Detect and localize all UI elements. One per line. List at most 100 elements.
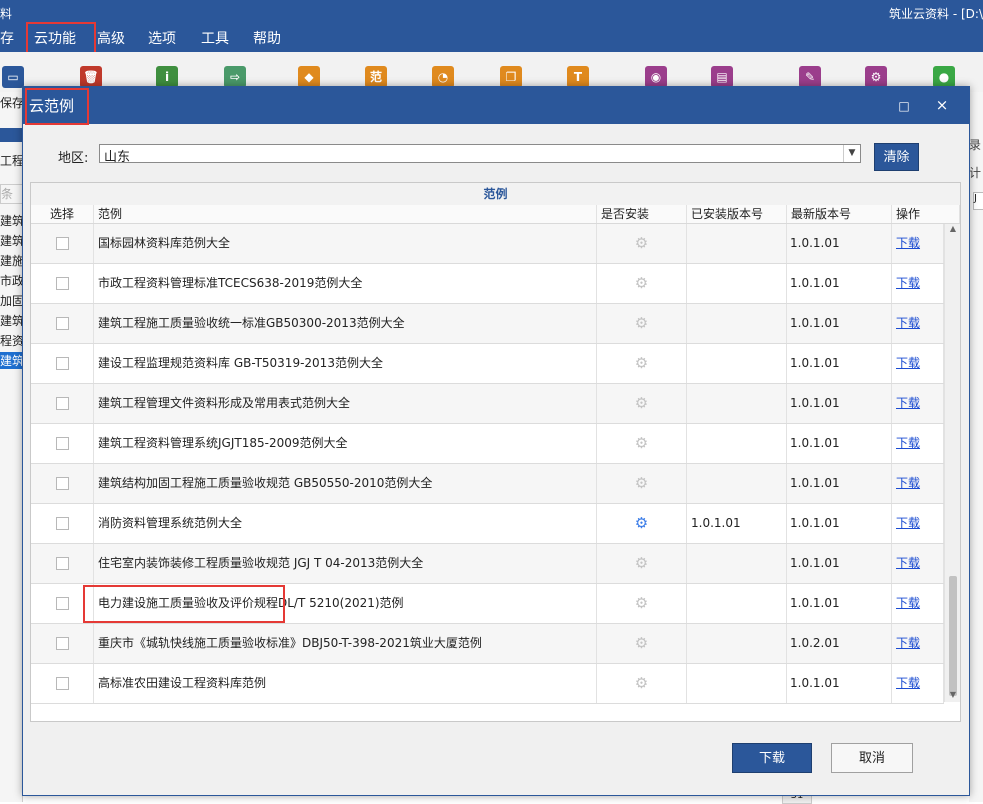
edit-icon[interactable]: ✎ [799, 66, 821, 88]
table-row[interactable]: 消防资料管理系统范例大全 ⚙ 1.0.1.01 1.0.1.01 下载 [31, 504, 944, 544]
download-link[interactable]: 下载 [896, 476, 920, 490]
gear-icon[interactable]: ⚙ [635, 354, 648, 372]
row-checkbox[interactable] [56, 477, 69, 490]
tree-item[interactable]: 工程资 [0, 152, 22, 169]
tree-item[interactable]: 市政基 [0, 272, 22, 289]
export-icon[interactable]: ⇨ [224, 66, 246, 88]
table-row[interactable]: 市政工程资料管理标准TCECS638-2019范例大全 ⚙ 1.0.1.01 下载 [31, 264, 944, 304]
menu-item-help[interactable]: 帮助 [253, 30, 281, 48]
gear-icon[interactable]: ⚙ [635, 234, 648, 252]
settings-icon[interactable]: ⚙ [865, 66, 887, 88]
table-row[interactable]: 国标园林资料库范例大全 ⚙ 1.0.1.01 下载 [31, 224, 944, 264]
gear-icon[interactable]: ⚙ [635, 394, 648, 412]
gear-icon[interactable]: ⚙ [635, 554, 648, 572]
row-checkbox[interactable] [56, 237, 69, 250]
cancel-button[interactable]: 取消 [831, 743, 913, 773]
trash-icon[interactable]: 🗑 [80, 66, 102, 88]
row-checkbox[interactable] [56, 557, 69, 570]
tree-search-input[interactable]: 条 [0, 184, 22, 204]
clock-icon[interactable]: ◔ [432, 66, 454, 88]
scroll-down-icon[interactable]: ▼ [945, 690, 960, 702]
row-checkbox[interactable] [56, 597, 69, 610]
chevron-down-icon[interactable]: ▼ [843, 145, 860, 162]
tree-item[interactable]: 建筑工 [0, 232, 22, 249]
download-link[interactable]: 下载 [896, 276, 920, 290]
row-action-cell: 下载 [892, 264, 944, 303]
tree-item[interactable]: 建施工 [0, 252, 22, 269]
gear-icon[interactable]: ⚙ [635, 634, 648, 652]
scroll-thumb[interactable] [949, 576, 957, 696]
column-header-latest-version[interactable]: 最新版本号 [787, 205, 892, 223]
download-link[interactable]: 下载 [896, 236, 920, 250]
download-link[interactable]: 下载 [896, 596, 920, 610]
status-icon[interactable]: ● [933, 66, 955, 88]
download-link[interactable]: 下载 [896, 356, 920, 370]
download-link[interactable]: 下载 [896, 676, 920, 690]
row-select-cell [31, 264, 94, 303]
row-checkbox[interactable] [56, 637, 69, 650]
menu-item-advanced[interactable]: 高级 [97, 30, 125, 48]
download-link[interactable]: 下载 [896, 556, 920, 570]
grid-scrollbar[interactable]: ▲ ▼ [944, 224, 960, 702]
column-header-action[interactable]: 操作 [892, 205, 960, 223]
gear-icon[interactable]: ⚙ [635, 514, 648, 532]
tree-item-selected[interactable]: 建筑 [0, 352, 22, 369]
row-checkbox[interactable] [56, 277, 69, 290]
tree-item[interactable]: 加固 [0, 292, 22, 309]
row-checkbox[interactable] [56, 677, 69, 690]
region-select[interactable]: 山东 ▼ [99, 144, 861, 165]
column-header-installed-version[interactable]: 已安装版本号 [687, 205, 787, 223]
column-header-template[interactable]: 范例 [94, 205, 597, 223]
tree-item[interactable]: 程资料 [0, 332, 22, 349]
close-icon[interactable]: × [933, 96, 951, 114]
info-icon[interactable]: i [156, 66, 178, 88]
column-header-select[interactable]: 选择 [31, 205, 94, 223]
table-row[interactable]: 高标准农田建设工程资料库范例 ⚙ 1.0.1.01 下载 [31, 664, 944, 704]
menu-item-tools[interactable]: 工具 [201, 30, 229, 48]
text-icon[interactable]: T [567, 66, 589, 88]
clear-button[interactable]: 清除 [874, 143, 919, 171]
row-checkbox[interactable] [56, 517, 69, 530]
download-link[interactable]: 下载 [896, 316, 920, 330]
row-checkbox[interactable] [56, 437, 69, 450]
gear-icon[interactable]: ⚙ [635, 434, 648, 452]
scroll-up-icon[interactable]: ▲ [945, 224, 960, 236]
table-row[interactable]: 建筑工程施工质量验收统一标准GB50300-2013范例大全 ⚙ 1.0.1.01 下… [31, 304, 944, 344]
download-link[interactable]: 下载 [896, 516, 920, 530]
row-select-cell [31, 504, 94, 543]
gear-icon[interactable]: ⚙ [635, 274, 648, 292]
save-icon[interactable]: ▭ [2, 66, 24, 88]
row-checkbox[interactable] [56, 317, 69, 330]
table-row[interactable]: 建筑结构加固工程施工质量验收规范 GB50550-2010范例大全 ⚙ 1.0.1.… [31, 464, 944, 504]
tree-item[interactable]: 建筑与 [0, 312, 22, 329]
layers-icon[interactable]: ◆ [298, 66, 320, 88]
table-row[interactable]: 建设工程监理规范资料库 GB-T50319-2013范例大全 ⚙ 1.0.1.01 下… [31, 344, 944, 384]
download-button[interactable]: 下载 [732, 743, 812, 773]
print-icon[interactable]: ▤ [711, 66, 733, 88]
gear-icon[interactable]: ⚙ [635, 594, 648, 612]
column-header-installed[interactable]: 是否安装 [597, 205, 687, 223]
menu-item-options[interactable]: 选项 [148, 30, 176, 48]
cloud-template-dialog: 云范例 □ × 地区: 山东 ▼ 清除 范例 选择 范例 是否安装 已安装版本号… [22, 86, 970, 796]
gear-icon[interactable]: ⚙ [635, 474, 648, 492]
tree-item[interactable]: 建筑工 [0, 212, 22, 229]
row-checkbox[interactable] [56, 397, 69, 410]
table-row[interactable]: 重庆市《城轨快线施工质量验收标准》DBJ50-T-398-2021筑业大厦范例 ⚙… [31, 624, 944, 664]
right-panel-field[interactable]: J [973, 192, 983, 210]
download-link[interactable]: 下载 [896, 396, 920, 410]
install-status-cell: ⚙ [597, 264, 687, 303]
table-row[interactable]: 建筑工程管理文件资料形成及常用表式范例大全 ⚙ 1.0.1.01 下载 [31, 384, 944, 424]
row-checkbox[interactable] [56, 357, 69, 370]
gear-icon[interactable]: ⚙ [635, 314, 648, 332]
download-link[interactable]: 下载 [896, 436, 920, 450]
copy-icon[interactable]: ❐ [500, 66, 522, 88]
table-row[interactable]: 建筑工程资料管理系统JGJT185-2009范例大全 ⚙ 1.0.1.01 下载 [31, 424, 944, 464]
template-icon[interactable]: 范 [365, 66, 387, 88]
gear-icon[interactable]: ⚙ [635, 674, 648, 692]
download-link[interactable]: 下载 [896, 636, 920, 650]
menu-item-save[interactable]: 存 [0, 30, 14, 48]
eye-icon[interactable]: ◉ [645, 66, 667, 88]
table-row[interactable]: 住宅室内装饰装修工程质量验收规范 JGJ T 04-2013范例大全 ⚙ 1.0.1… [31, 544, 944, 584]
row-action-cell: 下载 [892, 384, 944, 423]
maximize-icon[interactable]: □ [895, 97, 913, 115]
